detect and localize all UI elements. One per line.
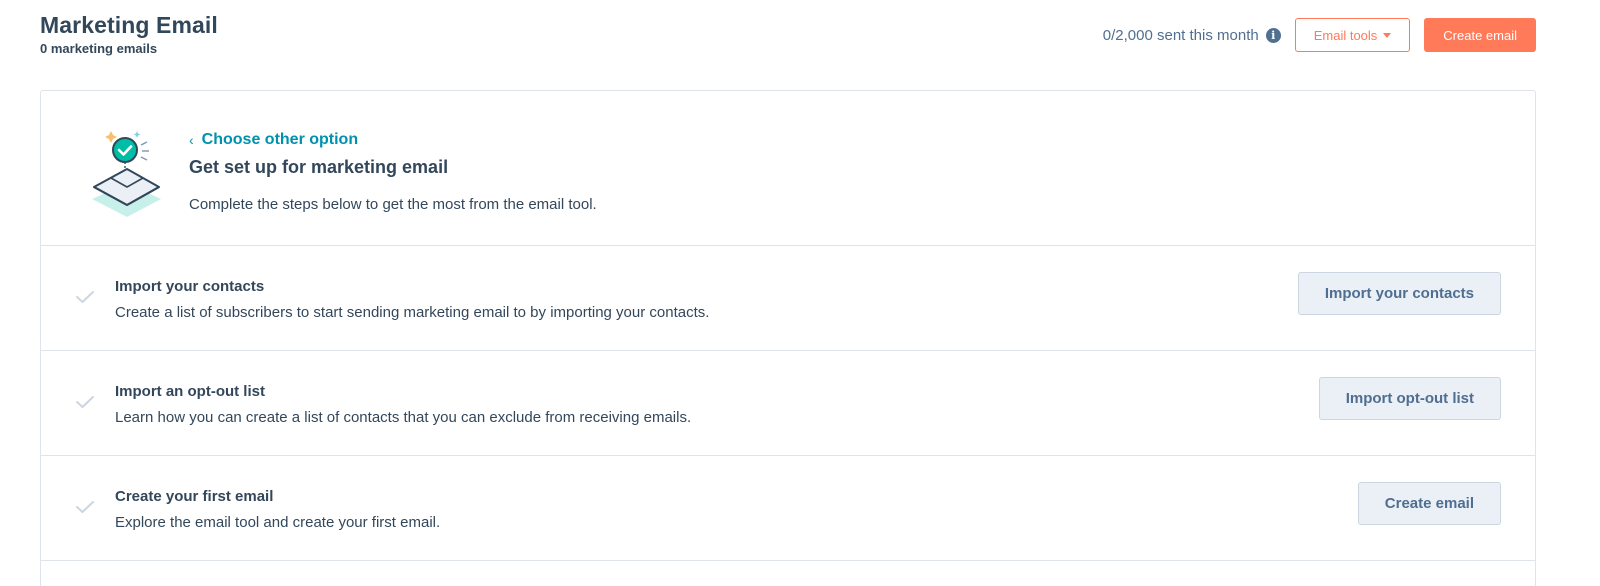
page-header: Marketing Email 0 marketing emails [40,12,218,56]
setup-title: Get set up for marketing email [189,157,449,177]
setup-description: Complete the steps below to get the most… [189,196,597,213]
setup-card: ‹ Choose other option Get set up for mar… [40,90,1536,586]
email-count: 0 marketing emails [40,41,158,56]
step-create-first-email: Create your first email Explore the emai… [41,456,1535,561]
sent-count: 0/2,000 sent this month i [1103,27,1281,44]
import-opt-out-button[interactable]: Import opt-out list [1318,377,1501,420]
import-contacts-button[interactable]: Import your contacts [1297,272,1501,315]
email-tools-label: Email tools [1313,27,1378,43]
email-tools-button[interactable]: Email tools [1294,18,1411,52]
check-icon [76,501,94,513]
check-icon [76,396,94,408]
choose-other-option-link[interactable]: ‹ Choose other option [189,131,358,149]
step-title: Create your first email [115,488,274,505]
step-title: Import your contacts [115,278,265,295]
step-description: Explore the email tool and create your f… [115,514,441,531]
setup-intro: ‹ Choose other option Get set up for mar… [41,91,1535,246]
envelope-badge-illustration [92,131,161,217]
back-link-label: Choose other option [201,131,359,148]
info-icon[interactable]: i [1265,27,1281,43]
create-email-button[interactable]: Create email [1424,18,1536,52]
create-first-email-button[interactable]: Create email [1357,482,1501,525]
chevron-left-icon: ‹ [189,132,194,148]
step-description: Create a list of subscribers to start se… [115,304,710,321]
step-title: Import an opt-out list [115,383,265,400]
step-import-opt-out: Import an opt-out list Learn how you can… [41,351,1535,456]
page-title: Marketing Email [40,12,218,38]
caret-down-icon [1383,32,1392,38]
step-import-contacts: Import your contacts Create a list of su… [41,246,1535,351]
step-description: Learn how you can create a list of conta… [115,409,692,426]
sent-count-label: 0/2,000 sent this month [1102,26,1259,44]
check-icon [76,291,94,303]
header-actions: 0/2,000 sent this month i Email tools Cr… [1103,18,1536,52]
